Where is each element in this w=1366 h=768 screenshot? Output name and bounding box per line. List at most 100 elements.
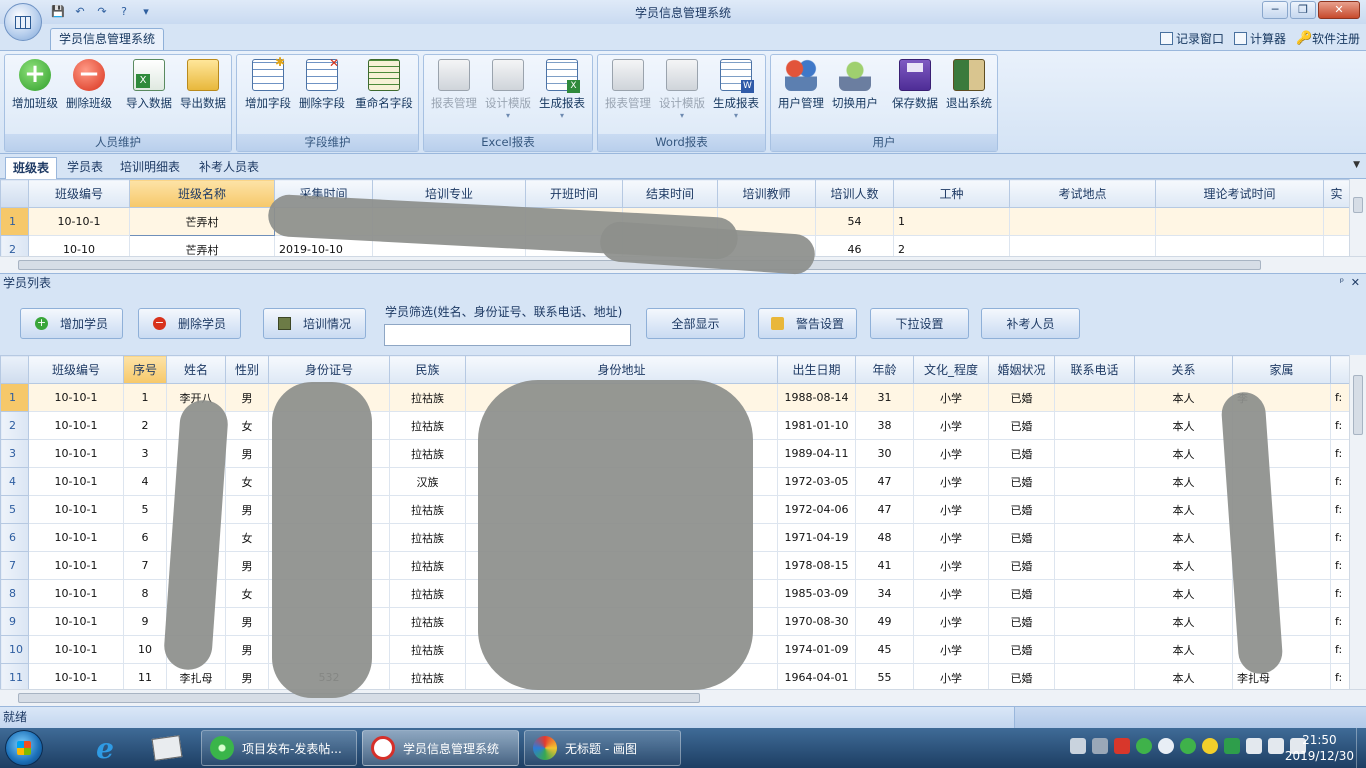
table-cell[interactable]: 已婚 [988,467,1055,496]
table-cell[interactable]: 拉祜族 [389,495,466,524]
column-header[interactable]: 结束时间 [622,179,718,208]
table-cell[interactable] [1054,579,1135,608]
exit-system-button[interactable]: 退出系统 [941,57,997,135]
table-cell[interactable]: 拉祜族 [389,663,466,692]
table-cell[interactable]: 10-10-1 [28,635,124,664]
table-cell[interactable]: 3 [123,439,167,468]
table-cell[interactable]: 小学 [913,523,989,552]
table-cell[interactable]: 10-10-1 [28,411,124,440]
table-cell[interactable]: 10-10-1 [28,207,130,236]
show-all-button[interactable]: 全部显示 [646,308,745,339]
tab-student-table[interactable]: 学员表 [60,157,110,179]
table-cell[interactable]: 汉族 [389,467,466,496]
table-cell[interactable]: f: [1330,663,1350,692]
log-window-button[interactable]: 记录窗口 [1159,30,1224,47]
table-cell[interactable]: 49 [855,607,914,636]
table-cell[interactable] [1054,635,1135,664]
table-cell[interactable]: 拉祜族 [389,607,466,636]
table-cell[interactable]: 已婚 [988,383,1055,412]
select-all-corner[interactable] [0,179,29,208]
table-cell[interactable]: 小学 [913,467,989,496]
table-cell[interactable]: 拉祜族 [389,383,466,412]
table-cell[interactable] [1054,467,1135,496]
table-cell[interactable]: f: [1330,523,1350,552]
table-cell[interactable]: 男 [225,439,269,468]
table-cell[interactable]: 已婚 [988,439,1055,468]
table-cell[interactable]: 小学 [913,579,989,608]
column-header[interactable]: 实 [1323,179,1350,208]
table-cell[interactable]: 9 [123,607,167,636]
row-header[interactable]: 10 [0,635,29,664]
table-cell[interactable]: f: [1330,439,1350,468]
column-header[interactable]: 工种 [893,179,1010,208]
table-cell[interactable]: 拉祜族 [389,551,466,580]
table-cell[interactable]: 2 [123,411,167,440]
row-header[interactable]: 1 [0,383,29,412]
table-cell[interactable]: 1972-03-05 [777,467,856,496]
table-cell[interactable] [1054,495,1135,524]
table-cell[interactable]: f: [1330,579,1350,608]
column-header[interactable]: 序号 [123,355,167,384]
table-cell[interactable]: 31 [855,383,914,412]
table-cell[interactable]: f: [1330,551,1350,580]
add-field-button[interactable]: 增加字段 [240,55,296,135]
scroll-thumb[interactable] [18,693,700,703]
student-grid-hscroll[interactable] [0,689,1366,706]
table-cell[interactable]: 女 [225,523,269,552]
table-cell[interactable]: 小学 [913,663,989,692]
battery-icon[interactable] [1268,738,1284,754]
scroll-thumb[interactable] [1353,375,1363,435]
table-cell[interactable]: 45 [855,635,914,664]
column-header-overflow[interactable] [1330,355,1350,384]
table-cell[interactable]: 1989-04-11 [777,439,856,468]
table-cell[interactable]: 34 [855,579,914,608]
table-cell[interactable]: 拉祜族 [389,439,466,468]
column-header[interactable]: 民族 [389,355,466,384]
table-cell[interactable]: 10-10-1 [28,383,124,412]
table-cell[interactable]: 芒弄村 [129,207,275,236]
excel-report-manage-button[interactable]: 报表管理 [426,57,482,135]
word-design-template-button[interactable]: 设计模版 ▾ [654,57,710,135]
student-grid-vscroll[interactable] [1349,355,1366,689]
add-icon[interactable] [1202,738,1218,754]
start-button[interactable] [5,730,43,766]
column-header[interactable]: 班级编号 [28,355,124,384]
table-cell[interactable]: 小学 [913,383,989,412]
table-cell[interactable] [1054,411,1135,440]
table-cell[interactable]: 本人 [1134,635,1233,664]
table-cell[interactable]: 10-10-1 [28,579,124,608]
table-cell[interactable]: 小学 [913,551,989,580]
row-header[interactable]: 4 [0,467,29,496]
table-cell[interactable]: 拉祜族 [389,579,466,608]
column-header[interactable]: 姓名 [166,355,226,384]
table-cell[interactable]: 女 [225,467,269,496]
save-data-button[interactable]: 保存数据 [887,57,943,135]
table-cell[interactable]: 47 [855,467,914,496]
task-student-system[interactable]: 学员信息管理系统 [362,730,519,766]
tray-app-icon[interactable] [1114,738,1130,754]
table-cell[interactable]: 拉祜族 [389,411,466,440]
table-cell[interactable]: 本人 [1134,411,1233,440]
column-header[interactable]: 年龄 [855,355,914,384]
table-cell[interactable]: 10-10-1 [28,495,124,524]
table-cell[interactable]: 10-10-1 [28,467,124,496]
table-cell[interactable]: 41 [855,551,914,580]
table-cell[interactable]: 已婚 [988,411,1055,440]
table-cell[interactable]: f: [1330,411,1350,440]
column-header[interactable]: 性别 [225,355,269,384]
table-cell[interactable] [1054,663,1135,692]
table-cell[interactable]: 小学 [913,495,989,524]
tray-app-icon[interactable] [1092,738,1108,754]
close-button[interactable]: ✕ [1318,1,1360,19]
row-header[interactable]: 3 [0,439,29,468]
ribbon-tab-main[interactable]: 学员信息管理系统 [50,28,165,50]
table-cell[interactable]: 已婚 [988,607,1055,636]
column-header[interactable]: 关系 [1134,355,1233,384]
table-cell[interactable]: 1985-03-09 [777,579,856,608]
table-cell[interactable]: 本人 [1134,663,1233,692]
export-data-button[interactable]: 导出数据 [175,57,231,135]
table-cell[interactable]: 1970-08-30 [777,607,856,636]
tab-training-detail[interactable]: 培训明细表 [113,157,187,179]
column-header[interactable]: 家属 [1232,355,1331,384]
show-desktop-button[interactable] [1356,728,1366,768]
